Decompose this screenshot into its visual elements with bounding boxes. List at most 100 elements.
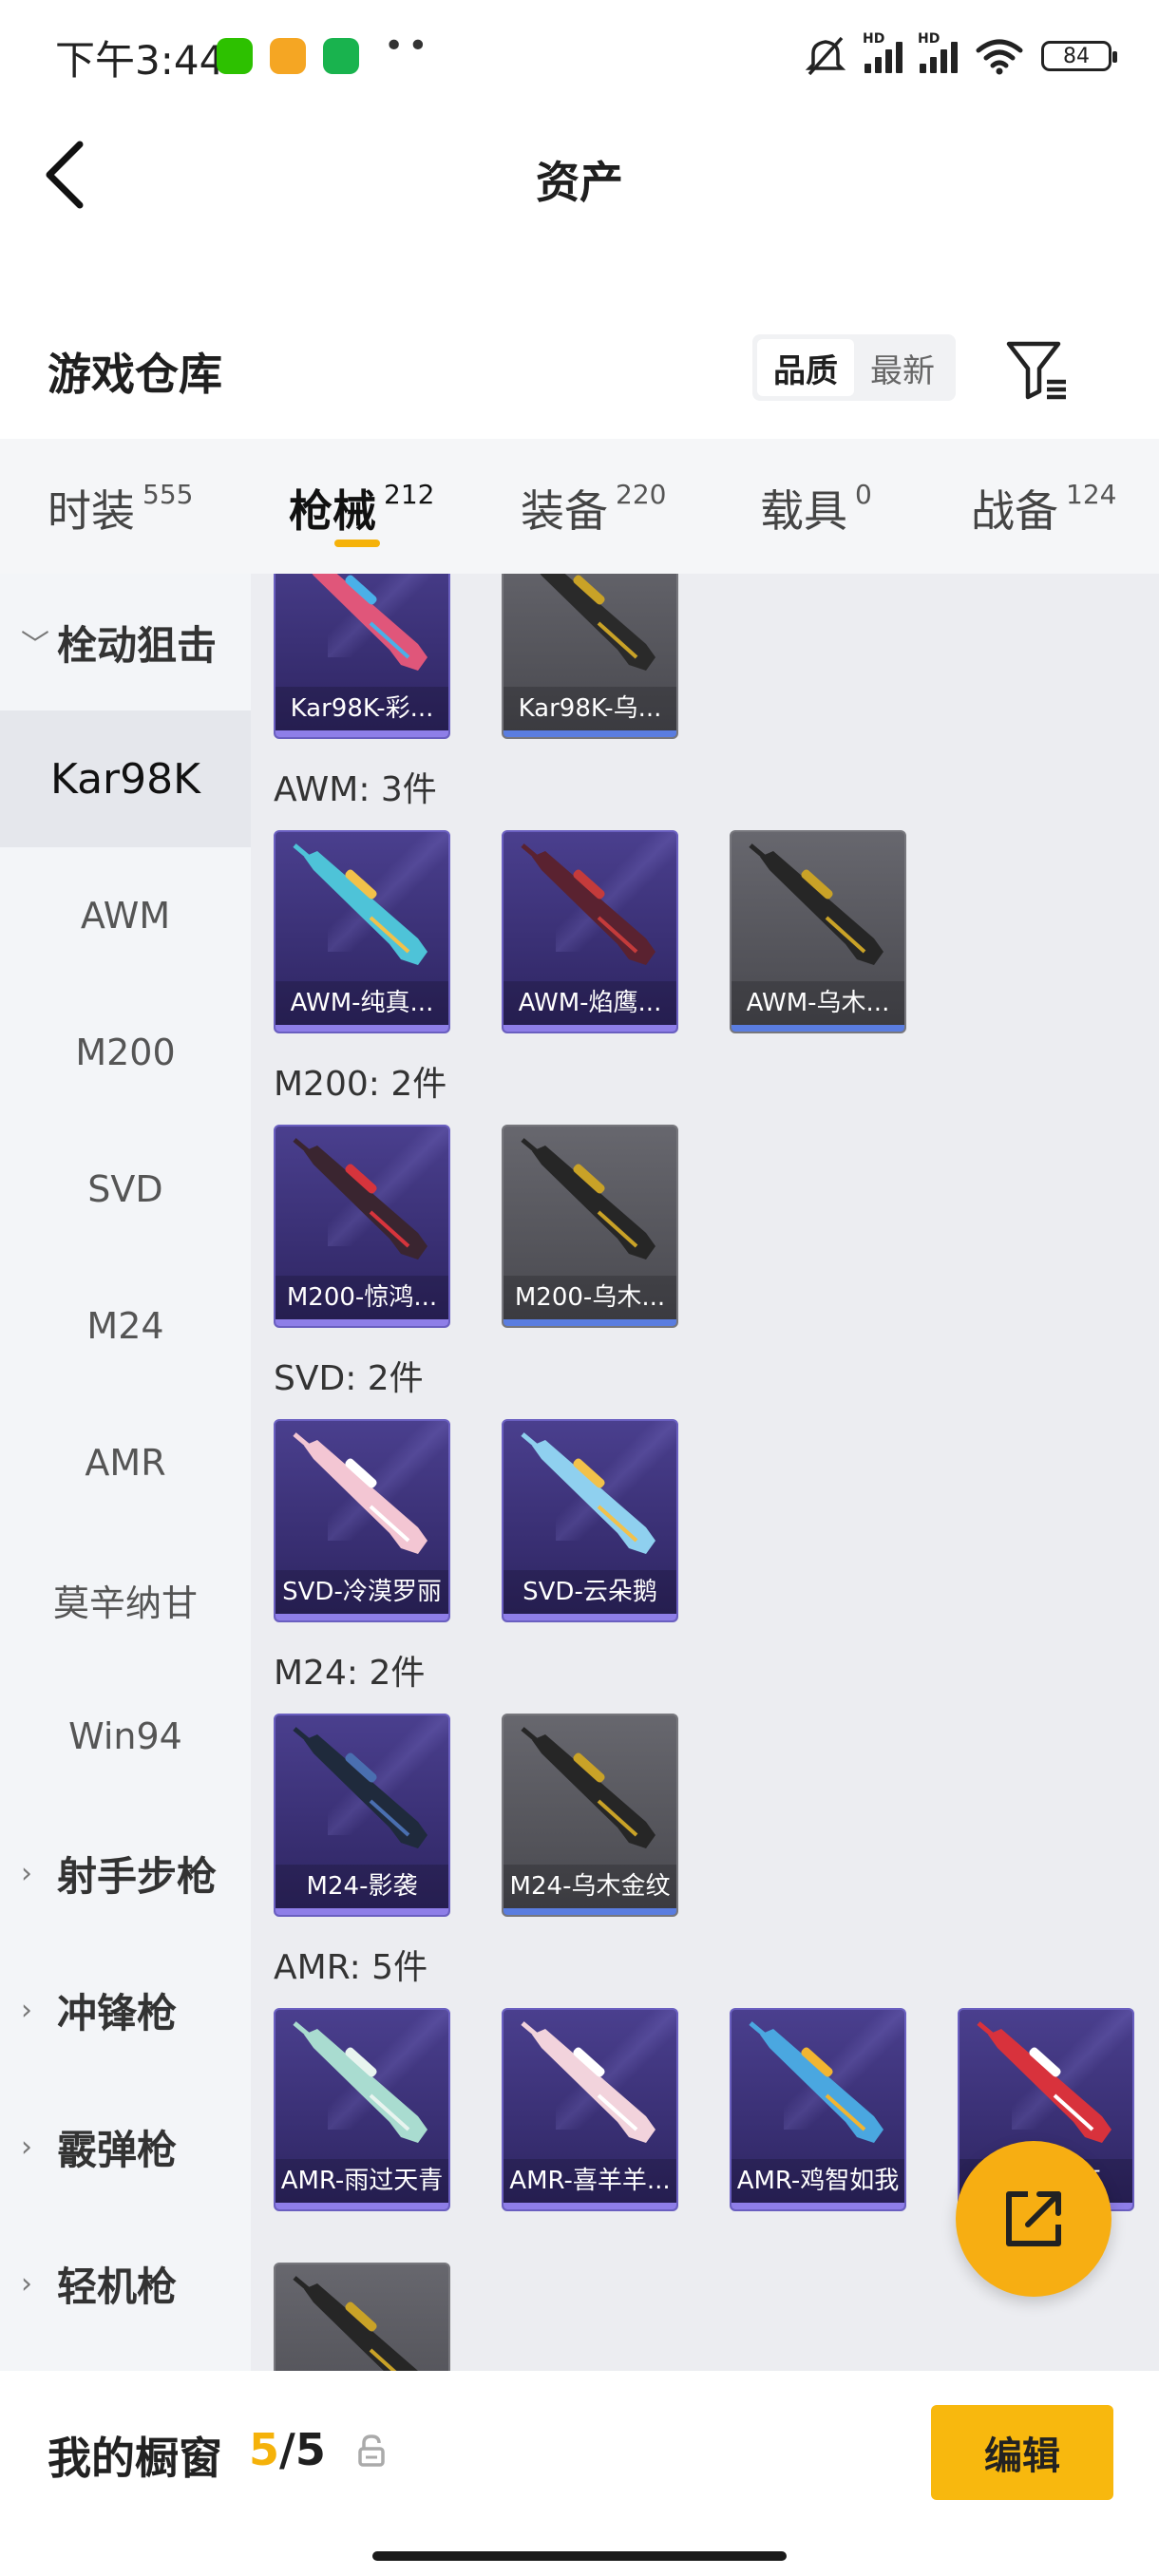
weapon-skin-card[interactable]: AWM-纯真... bbox=[274, 830, 450, 1033]
weapon-skin-card[interactable] bbox=[274, 2263, 450, 2371]
sort-by-quality[interactable]: 品质 bbox=[757, 339, 854, 396]
weapon-skin-name: AMR-雨过天青 bbox=[276, 2159, 448, 2203]
battery-level: 84 bbox=[1063, 44, 1090, 68]
sidebar-item-label: 冲锋枪 bbox=[57, 1989, 178, 2036]
filter-icon bbox=[1006, 341, 1066, 400]
weapon-image bbox=[540, 574, 656, 671]
weapon-skin-card[interactable]: AMR-鸡智如我 bbox=[730, 2008, 906, 2211]
weapon-skin-card[interactable]: AWM-焰鹰... bbox=[502, 830, 678, 1033]
sidebar-item-m200[interactable]: M200 bbox=[0, 984, 251, 1121]
tab-combat-gear[interactable]: 战备 124 bbox=[971, 477, 1116, 540]
sidebar-item-label: 霰弹枪 bbox=[57, 2126, 178, 2173]
sidebar-item-win94[interactable]: Win94 bbox=[0, 1668, 251, 1805]
more-notifications-icon: •• bbox=[384, 27, 432, 66]
weapon-body bbox=[760, 851, 884, 965]
rarity-bar bbox=[504, 1319, 676, 1326]
section-label-svd: SVD: 2件 bbox=[274, 1359, 424, 1398]
wifi-icon bbox=[976, 39, 1023, 75]
status-indicators: HD HD 84 bbox=[804, 31, 1117, 78]
weapon-skin-card[interactable]: Kar98K-乌... bbox=[502, 574, 678, 739]
weapon-skin-name: SVD-冷漠罗丽 bbox=[276, 1570, 448, 1614]
weapon-image bbox=[293, 1138, 428, 1260]
weapon-image bbox=[293, 2021, 428, 2143]
sidebar-item-amr[interactable]: AMR bbox=[0, 1394, 251, 1531]
chevron-down-icon: ﹀ bbox=[21, 629, 49, 662]
section-label-m200: M200: 2件 bbox=[274, 1065, 447, 1104]
sidebar-group-bolt-action[interactable]: ﹀ 栓动狙击 bbox=[0, 574, 251, 710]
showcase-total: 5 bbox=[294, 2424, 326, 2475]
tab-vehicles[interactable]: 载具 0 bbox=[760, 477, 872, 540]
weapon-skin-card[interactable]: AMR-雨过天青 bbox=[274, 2008, 450, 2211]
sort-toggle: 品质 最新 bbox=[752, 334, 956, 401]
tab-equipment[interactable]: 装备 220 bbox=[521, 477, 666, 540]
weapon-skin-name: M200-惊鸿... bbox=[276, 1276, 448, 1319]
sidebar-item-kar98k[interactable]: Kar98K bbox=[0, 710, 251, 847]
weapon-image bbox=[293, 843, 428, 965]
weapon-image bbox=[521, 1432, 656, 1554]
edit-button[interactable]: 编辑 bbox=[931, 2405, 1113, 2500]
sort-by-newest[interactable]: 最新 bbox=[854, 339, 951, 396]
sidebar-item-mosin[interactable]: 莫辛纳甘 bbox=[0, 1531, 251, 1668]
weapon-skin-card[interactable]: M200-惊鸿... bbox=[274, 1125, 450, 1328]
showcase-bar: 我的橱窗 5/5 编辑 bbox=[0, 2371, 1159, 2576]
showcase-count: 5/5 bbox=[249, 2424, 326, 2475]
weapon-skin-card[interactable]: SVD-冷漠罗丽 bbox=[274, 1419, 450, 1622]
tab-fashion[interactable]: 时装 555 bbox=[48, 477, 193, 540]
category-tabs: 时装 555 枪械 212 装备 220 载具 0 战备 124 bbox=[0, 439, 1159, 574]
sidebar-group-smg[interactable]: › 冲锋枪 bbox=[0, 1941, 251, 2078]
weapon-body bbox=[304, 2029, 428, 2143]
weapon-skin-card[interactable]: AMR-喜羊羊... bbox=[502, 2008, 678, 2211]
chevron-right-icon: › bbox=[21, 2266, 32, 2301]
weapon-skin-card[interactable]: SVD-云朵鹅 bbox=[502, 1419, 678, 1622]
tab-count: 220 bbox=[616, 479, 667, 510]
weapon-image bbox=[521, 843, 656, 965]
active-tab-indicator bbox=[334, 540, 380, 547]
sidebar-item-svd[interactable]: SVD bbox=[0, 1121, 251, 1258]
weapon-skin-card[interactable]: M200-乌木... bbox=[502, 1125, 678, 1328]
rarity-bar bbox=[504, 1614, 676, 1620]
rarity-bar bbox=[504, 2203, 676, 2209]
weapon-skin-card[interactable]: Kar98K-彩... bbox=[274, 574, 450, 739]
weapon-image bbox=[521, 1138, 656, 1260]
weapon-skin-name: M200-乌木... bbox=[504, 1276, 676, 1319]
weapon-image bbox=[749, 843, 884, 965]
chevron-right-icon: › bbox=[21, 1856, 32, 1890]
share-button[interactable] bbox=[956, 2141, 1112, 2297]
weapon-skin-card[interactable]: AWM-乌木... bbox=[730, 830, 906, 1033]
weapon-skin-name: AWM-焰鹰... bbox=[504, 981, 676, 1025]
weapon-image bbox=[293, 1432, 428, 1554]
rarity-bar bbox=[504, 730, 676, 737]
weapon-skin-name: AMR-喜羊羊... bbox=[504, 2159, 676, 2203]
tab-count: 212 bbox=[384, 479, 435, 510]
sidebar-item-awm[interactable]: AWM bbox=[0, 847, 251, 984]
weapon-skin-name: AMR-鸡智如我 bbox=[732, 2159, 904, 2203]
battery-icon: 84 bbox=[1041, 41, 1117, 71]
weapon-skin-card[interactable]: M24-乌木金纹 bbox=[502, 1714, 678, 1917]
filter-button[interactable] bbox=[1003, 336, 1070, 403]
weapon-image bbox=[521, 1727, 656, 1848]
weapon-skin-name: AWM-乌木... bbox=[732, 981, 904, 1025]
sidebar-group-shotgun[interactable]: › 霰弹枪 bbox=[0, 2078, 251, 2215]
app-header: 资产 bbox=[0, 114, 1159, 237]
warehouse-header: 游戏仓库 品质 最新 bbox=[0, 313, 1159, 427]
rarity-bar bbox=[732, 2203, 904, 2209]
notes-app-icon bbox=[270, 38, 306, 74]
weapon-skin-name: SVD-云朵鹅 bbox=[504, 1570, 676, 1614]
home-indicator bbox=[372, 2551, 787, 2561]
phone-icon bbox=[323, 38, 359, 74]
sidebar-item-label: 射手步枪 bbox=[57, 1852, 218, 1900]
share-external-icon bbox=[1006, 2191, 1061, 2246]
status-time: 下午3:44 bbox=[55, 37, 225, 84]
wechat-icon bbox=[217, 38, 253, 74]
sidebar-item-label: 栓动狙击 bbox=[57, 621, 218, 669]
sidebar-item-m24[interactable]: M24 bbox=[0, 1258, 251, 1394]
showcase-separator: / bbox=[279, 2424, 295, 2475]
sidebar-group-lmg[interactable]: › 轻机枪 bbox=[0, 2215, 251, 2352]
sidebar-group-dmr[interactable]: › 射手步枪 bbox=[0, 1805, 251, 1941]
weapon-skin-card[interactable]: M24-影袭 bbox=[274, 1714, 450, 1917]
chevron-right-icon: › bbox=[21, 2130, 32, 2164]
weapon-image bbox=[312, 574, 428, 671]
tab-guns[interactable]: 枪械 212 bbox=[289, 477, 434, 540]
weapon-body bbox=[532, 1146, 656, 1260]
weapon-skin-grid: AWM: 3件 M200: 2件 SVD: 2件 M24: 2件 AMR: 5件… bbox=[251, 574, 1159, 2371]
